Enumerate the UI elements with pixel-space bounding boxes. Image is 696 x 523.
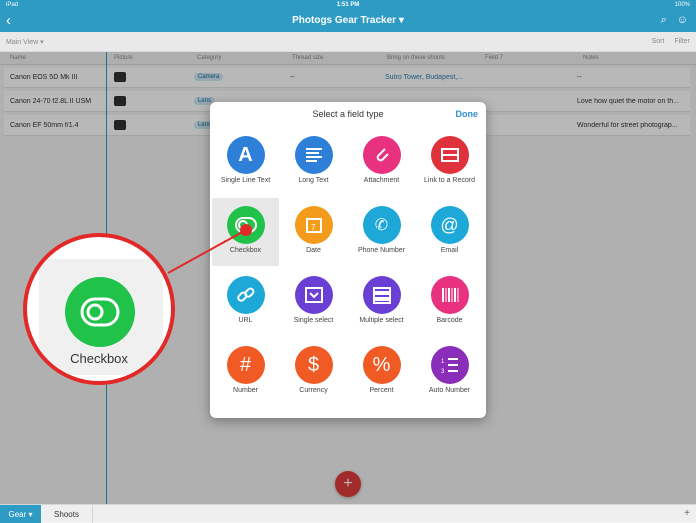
field-type-label: Long Text — [298, 177, 329, 184]
field-type-label: Currency — [299, 387, 328, 394]
percent-icon: % — [362, 346, 401, 384]
dollar-icon: $ — [294, 346, 333, 384]
hash-icon: # — [226, 346, 265, 384]
field-type-option[interactable]: Single select — [280, 268, 347, 336]
numbered-list-icon: 13 — [430, 346, 469, 384]
field-type-option[interactable]: $ Currency — [280, 338, 347, 406]
table-tabs: Gear ▾ Shoots + — [0, 504, 696, 523]
view-bar: Main View ▾ Sort Filter — [0, 32, 696, 52]
field-type-label: URL — [238, 317, 253, 324]
status-bar: iPad 1:51 PM 100% — [0, 0, 696, 10]
field-type-label: Single Line Text — [220, 177, 271, 184]
field-type-label: Multiple select — [359, 317, 404, 324]
field-type-option[interactable]: Long Text — [280, 128, 347, 196]
view-selector[interactable]: Main View ▾ — [6, 38, 44, 46]
field-type-label: Number — [233, 387, 258, 394]
field-type-label: Email — [440, 247, 459, 254]
field-type-option[interactable]: Multiple select — [348, 268, 415, 336]
checkbox-zoom-callout: Checkbox — [23, 233, 175, 385]
field-type-option[interactable]: 7 Date — [280, 198, 347, 266]
field-type-label: Link to a Record — [424, 177, 475, 184]
field-type-option[interactable]: URL — [212, 268, 279, 336]
svg-text:3: 3 — [441, 369, 445, 374]
letter-a-icon: A — [226, 136, 265, 174]
zoom-label: Checkbox — [70, 351, 128, 366]
field-type-label: Phone Number — [357, 247, 406, 254]
field-type-label: Single select — [293, 317, 334, 324]
field-type-option[interactable]: Attachment — [348, 128, 415, 196]
field-type-dialog: Select a field type Done A Single Line Te… — [210, 102, 486, 418]
svg-text:7: 7 — [311, 223, 316, 232]
stacked-list-icon — [362, 276, 401, 314]
phone-icon: ✆ — [362, 206, 401, 244]
field-type-label: Attachment — [363, 177, 400, 184]
chain-link-icon — [226, 276, 265, 314]
title-bar: ‹ Photogs Gear Tracker ▾ ⌕ ☺ — [0, 10, 696, 32]
field-type-label: Barcode — [436, 317, 463, 324]
field-type-option[interactable]: Link to a Record — [416, 128, 483, 196]
tab-shoots[interactable]: Shoots — [41, 505, 93, 523]
filter-button[interactable]: Filter — [674, 38, 690, 45]
collaborators-icon[interactable]: ☺ — [677, 14, 688, 27]
search-icon[interactable]: ⌕ — [661, 14, 667, 27]
field-type-option[interactable]: ✆ Phone Number — [348, 198, 415, 266]
field-type-label: Checkbox — [229, 247, 262, 254]
paragraph-icon — [294, 136, 333, 174]
field-type-option[interactable]: 1 3 Auto Number — [416, 338, 483, 406]
tab-gear[interactable]: Gear ▾ — [0, 505, 41, 523]
clock: 1:51 PM — [336, 2, 360, 8]
checkbox-toggle-icon — [65, 277, 135, 347]
field-type-label: Percent — [369, 387, 394, 394]
done-button[interactable]: Done — [456, 109, 479, 119]
field-type-option[interactable]: @ Email — [416, 198, 483, 266]
calendar-icon: 7 — [294, 206, 333, 244]
add-table-icon[interactable]: + — [684, 508, 690, 519]
field-type-option[interactable]: % Percent — [348, 338, 415, 406]
svg-text:1: 1 — [441, 359, 445, 365]
dialog-title: Select a field type — [312, 109, 384, 119]
sort-button[interactable]: Sort — [652, 38, 665, 45]
base-title[interactable]: Photogs Gear Tracker ▾ — [0, 15, 696, 26]
field-type-label: Date — [306, 247, 321, 254]
field-type-label: Auto Number — [428, 387, 471, 394]
field-type-option[interactable]: A Single Line Text — [212, 128, 279, 196]
barcode-icon — [430, 276, 469, 314]
paperclip-icon — [362, 136, 401, 174]
link-record-icon — [430, 136, 469, 174]
callout-dot — [240, 224, 252, 236]
field-type-option[interactable]: # Number — [212, 338, 279, 406]
field-type-option[interactable]: Barcode — [416, 268, 483, 336]
dropdown-icon — [294, 276, 333, 314]
at-sign-icon: @ — [430, 206, 469, 244]
